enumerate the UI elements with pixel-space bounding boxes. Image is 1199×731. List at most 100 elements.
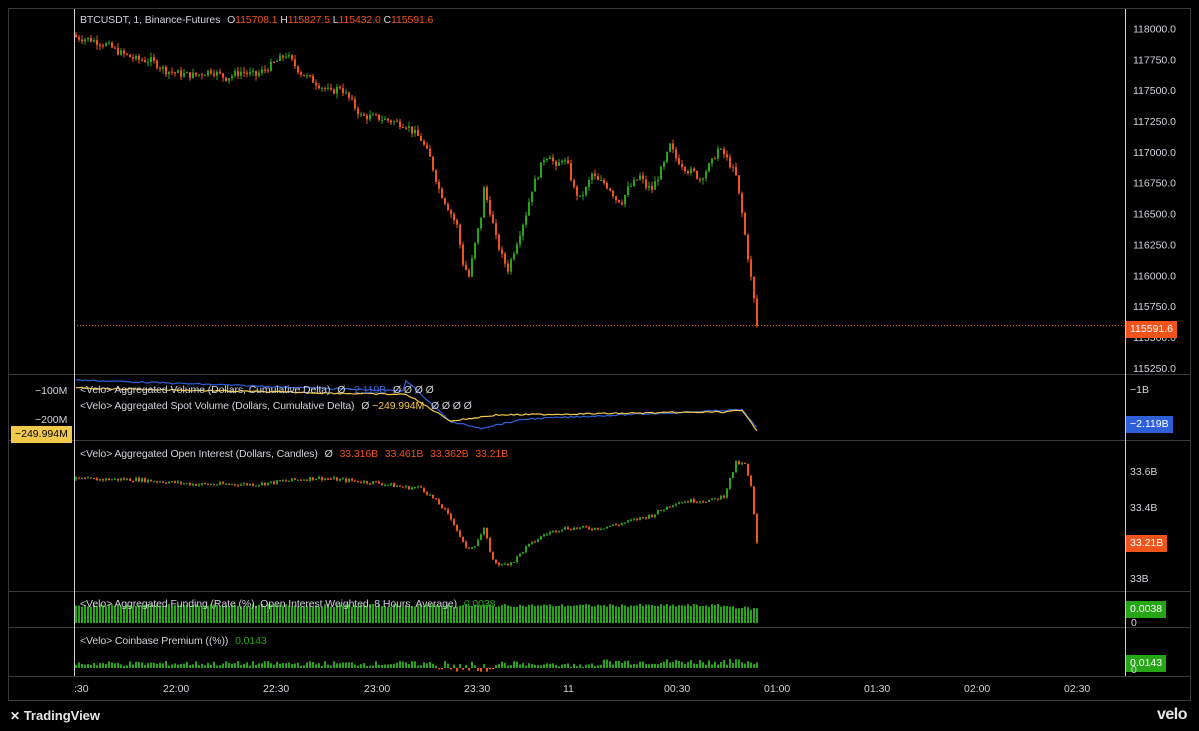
price-candle [390,120,392,123]
oi-candle [480,534,482,540]
premium-bar [378,664,380,668]
time-tick: 23:30 [464,683,490,695]
price-candle [453,214,455,221]
oi-candle [192,483,194,486]
cvd-right-tick: −1B [1130,384,1149,396]
premium-bar [468,668,470,671]
axes: 118000.0 117750.0 117500.0 117250.0 117000.0… [74,24,1176,695]
premium-legend[interactable]: <Velo> Coinbase Premium ((%)) 0.0143 [80,635,267,647]
oi-candle [495,559,497,564]
price-candle [444,198,446,204]
oi-candle [207,483,209,485]
premium-bar [237,661,239,668]
funding-bar [621,604,623,623]
oi-candle [627,520,629,523]
oi-candle [411,487,413,490]
price-candle [579,195,581,197]
price-candle [723,148,725,155]
premium-bar [696,664,698,668]
oi-candle [153,481,155,483]
price-candle [276,60,278,62]
funding-legend[interactable]: <Velo> Aggregated Funding (Rate (%), Ope… [80,598,495,610]
oi-candle [585,526,587,528]
price-candle [348,92,350,98]
oi-candle [225,483,227,485]
premium-bar [750,662,752,668]
premium-bar [678,660,680,668]
funding-bar [645,604,647,623]
price-candle [699,178,701,180]
oi-candle [408,486,410,490]
price-candle [603,180,605,183]
oi-candle [444,507,446,510]
premium-bar [90,664,92,668]
oi-candle [90,477,92,479]
low-value: 115432.0 [338,14,381,26]
funding-bar [639,604,641,623]
price-tick: 117250.0 [1133,116,1176,128]
oi-candle [195,483,197,486]
price-candle [342,88,344,94]
price-candle [417,129,419,137]
price-pane[interactable] [74,31,1125,328]
open-interest-pane[interactable] [75,459,758,567]
oi-candle [726,488,728,498]
premium-bar [147,663,149,668]
price-candle [144,60,146,63]
premium-bar [564,664,566,668]
premium-bar [216,665,218,668]
premium-zero-tick: 0 [1131,664,1137,676]
tradingview-logo[interactable]: ✕ TradingView [10,708,100,723]
null-marks: Ø Ø Ø Ø [392,384,434,396]
oi-candle [618,524,620,526]
premium-bar [519,664,521,668]
price-candle [321,87,323,89]
funding-bar [609,604,611,623]
oi-candle [501,564,503,566]
funding-bar [534,606,536,623]
premium-bar [666,659,668,668]
time-tick: 11 [563,683,574,695]
oi-candle [102,479,104,481]
funding-value: 0.0038 [463,598,496,610]
premium-bar [444,661,446,668]
cvd-spot-legend[interactable]: <Velo> Aggregated Spot Volume (Dollars, … [80,400,472,412]
oi-candle [513,561,515,563]
premium-bar [615,660,617,668]
oi-candle [342,478,344,480]
price-candle [435,170,437,182]
price-candle [315,82,317,86]
premium-bar [156,663,158,668]
premium-bar [609,661,611,668]
oi-candle [366,480,368,484]
premium-bar [372,665,374,668]
premium-bar [222,663,224,668]
oi-candle [531,541,533,544]
cvd-perp-legend[interactable]: <Velo> Aggregated Volume (Dollars, Cumul… [80,384,434,396]
premium-pane[interactable] [75,659,758,672]
premium-bar [363,663,365,668]
oi-candle [126,478,128,480]
premium-bar [339,663,341,668]
funding-bar [561,604,563,623]
oi-candle [435,498,437,500]
chart-canvas[interactable]: 118000.0 117750.0 117500.0 117250.0 117000.0… [0,0,1199,731]
oi-legend[interactable]: <Velo> Aggregated Open Interest (Dollars… [80,448,508,460]
price-candle [399,121,401,127]
oi-candle [669,506,671,508]
symbol-label[interactable]: BTCUSDT, 1, Binance-Futures [80,14,220,26]
funding-bar [579,604,581,623]
funding-bar [729,606,731,623]
time-tick: 01:00 [764,683,790,695]
premium-bar [690,659,692,668]
premium-bar [294,663,296,668]
premium-bar [627,660,629,668]
premium-bar [699,660,701,668]
oi-tick: 33.6B [1130,466,1158,478]
time-tick: 02:30 [1064,683,1090,695]
price-candle [600,180,602,182]
premium-bar [486,668,488,672]
price-candle [159,68,161,70]
oi-candle [606,526,608,529]
oi-candle [84,478,86,480]
